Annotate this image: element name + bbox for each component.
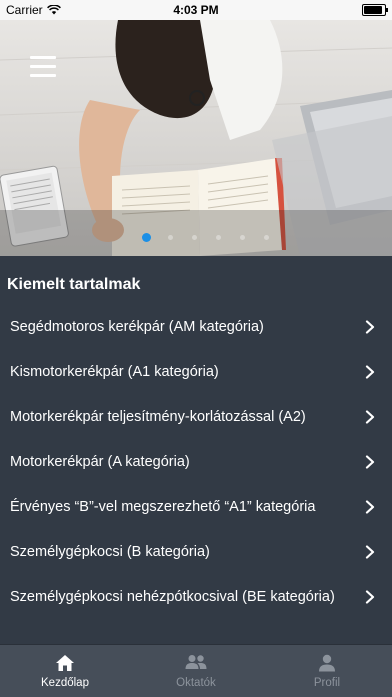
chevron-right-icon <box>365 500 375 514</box>
list-item[interactable]: Személygépkocsi (B kategória) <box>0 530 392 575</box>
home-icon <box>56 655 74 671</box>
list-item-label: Személygépkocsi (B kategória) <box>10 544 210 560</box>
list-item-label: Motorkerékpár (A kategória) <box>10 454 190 470</box>
list-item[interactable]: Motorkerékpár teljesítmény-korlátozással… <box>0 395 392 440</box>
list-item-label: Személygépkocsi nehézpótkocsival (BE kat… <box>10 589 335 605</box>
carousel-dot[interactable] <box>263 235 269 240</box>
hero-image <box>0 20 392 256</box>
section-title: Kiemelt tartalmak <box>7 276 141 293</box>
status-bar: Carrier 4:03 PM <box>0 0 392 20</box>
person-icon <box>319 654 335 672</box>
chevron-right-icon <box>365 545 375 559</box>
chevron-right-icon <box>365 590 375 604</box>
list-item[interactable]: Érvényes “B”-vel megszerezhető “A1” kate… <box>0 485 392 530</box>
list-item-label: Érvényes “B”-vel megszerezhető “A1” kate… <box>10 499 316 515</box>
people-icon <box>185 655 207 669</box>
list-item[interactable]: Segédmotoros kerékpár (AM kategória) <box>0 305 392 350</box>
tab-home[interactable]: Kezdőlap <box>0 645 130 697</box>
carousel-dot[interactable] <box>191 235 197 240</box>
carousel-dot[interactable] <box>167 235 173 240</box>
tab-instructors-label: Oktatók <box>176 677 216 689</box>
carousel-pagination[interactable] <box>0 232 392 244</box>
list-item[interactable]: Motorkerékpár (A kategória) <box>0 440 392 485</box>
list-item-label: Motorkerékpár teljesítmény-korlátozással… <box>10 409 306 425</box>
chevron-right-icon <box>365 320 375 334</box>
carousel-dot[interactable] <box>215 235 221 240</box>
tab-bar: Kezdőlap Oktatók Profil <box>0 644 392 697</box>
tab-profile[interactable]: Profil <box>262 645 392 697</box>
battery-group <box>362 4 388 16</box>
chevron-right-icon <box>365 365 375 379</box>
tab-instructors[interactable]: Oktatók <box>131 645 261 697</box>
carousel-dot-active[interactable] <box>141 233 151 242</box>
carousel-dot[interactable] <box>239 235 245 240</box>
hero-carousel[interactable] <box>0 20 392 256</box>
list-item[interactable]: Személygépkocsi nehézpótkocsival (BE kat… <box>0 575 392 620</box>
chevron-right-icon <box>365 410 375 424</box>
hamburger-menu-icon[interactable] <box>30 56 56 77</box>
featured-list: Segédmotoros kerékpár (AM kategória) Kis… <box>0 305 392 620</box>
battery-icon <box>362 4 388 16</box>
list-item-label: Segédmotoros kerékpár (AM kategória) <box>10 319 264 335</box>
clock: 4:03 PM <box>173 3 219 17</box>
chevron-right-icon <box>365 455 375 469</box>
list-item[interactable]: Kismotorkerékpár (A1 kategória) <box>0 350 392 395</box>
list-item-label: Kismotorkerékpár (A1 kategória) <box>10 364 219 380</box>
tab-profile-label: Profil <box>313 677 341 689</box>
tab-home-label: Kezdőlap <box>41 677 89 689</box>
